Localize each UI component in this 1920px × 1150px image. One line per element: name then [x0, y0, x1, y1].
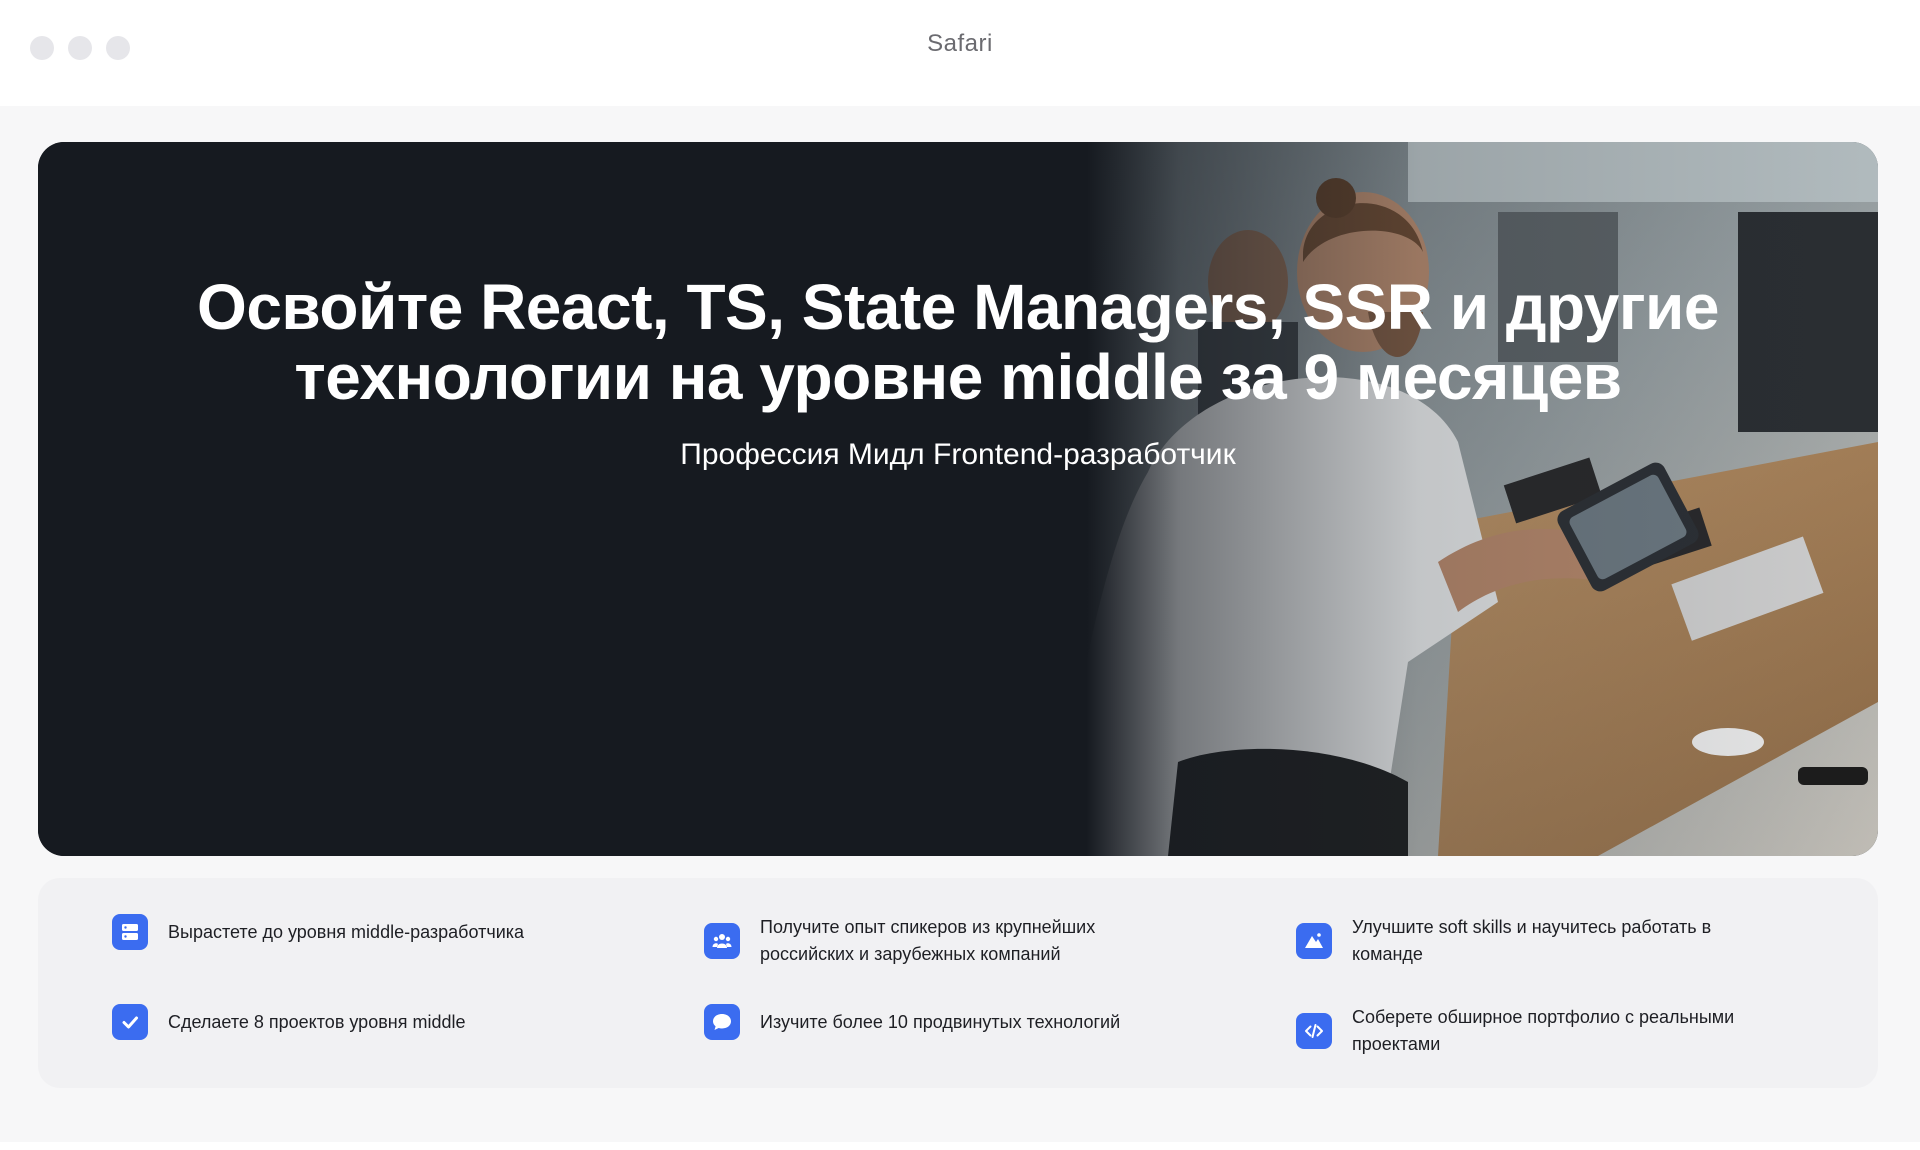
feature-item: Соберете обширное портфолио с реальными …: [1296, 1004, 1772, 1058]
feature-text: Вырастете до уровня middle-разработчика: [168, 921, 525, 942]
hero-shade: [38, 142, 1878, 856]
check-icon: [112, 1004, 148, 1040]
feature-text: Улучшите soft skills и научитесь работат…: [1352, 917, 1712, 964]
team-icon: [704, 923, 740, 959]
feature-item: Изучите более 10 продвинутых технологий: [704, 1004, 1180, 1040]
hero-title: Освойте React, TS, State Managers, SSR и…: [197, 271, 1719, 413]
feature-item: Вырастете до уровня middle-разработчика: [112, 914, 588, 950]
feature-text: Изучите более 10 продвинутых технологий: [760, 1011, 1121, 1032]
code-icon: [1296, 1013, 1332, 1049]
feature-item: Получите опыт спикеров из крупнейших рос…: [704, 914, 1180, 968]
feature-text: Соберете обширное портфолио с реальными …: [1352, 1007, 1735, 1054]
server-icon: [112, 914, 148, 950]
features-panel: Вырастете до уровня middle-разработчика …: [38, 878, 1878, 1088]
mountain-icon: [1296, 923, 1332, 959]
chat-icon: [704, 1004, 740, 1040]
feature-text: Сделаете 8 проектов уровня middle: [168, 1011, 466, 1032]
hero-subtitle: Профессия Мидл Frontend-разработчик: [680, 438, 1236, 471]
hero-banner: Освойте React, TS, State Managers, SSR и…: [38, 142, 1878, 856]
feature-text: Получите опыт спикеров из крупнейших рос…: [760, 917, 1096, 964]
window-titlebar: Safari: [0, 0, 1920, 106]
feature-item: Улучшите soft skills и научитесь работат…: [1296, 914, 1772, 968]
feature-item: Сделаете 8 проектов уровня middle: [112, 1004, 588, 1040]
page-viewport: Освойте React, TS, State Managers, SSR и…: [0, 106, 1920, 1142]
window-title: Safari: [927, 30, 993, 57]
